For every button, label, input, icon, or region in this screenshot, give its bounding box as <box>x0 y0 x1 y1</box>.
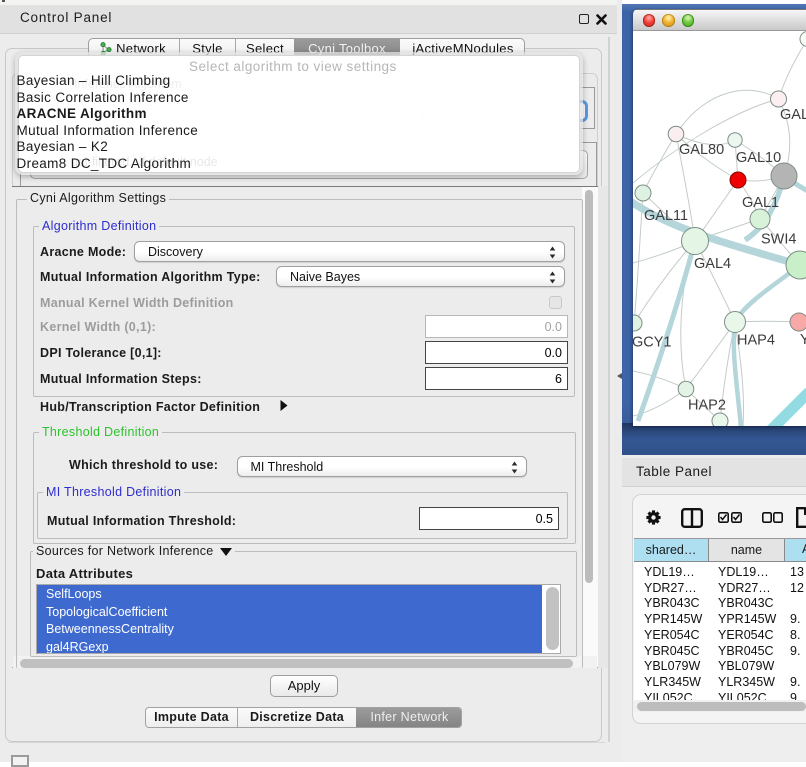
svg-text:GCY1: GCY1 <box>633 335 672 351</box>
svg-text:SWI4: SWI4 <box>761 232 796 248</box>
svg-text:GAL1: GAL1 <box>742 195 779 211</box>
svg-text:GAL80: GAL80 <box>679 142 724 158</box>
svg-text:HAP2: HAP2 <box>688 398 726 414</box>
svg-text:Y: Y <box>800 332 806 348</box>
svg-text:GAL7: GAL7 <box>780 107 806 123</box>
svg-text:GAL4: GAL4 <box>694 256 731 272</box>
svg-text:GAL10: GAL10 <box>736 150 781 166</box>
svg-text:HAP4: HAP4 <box>737 333 775 349</box>
svg-text:GAL11: GAL11 <box>644 208 688 224</box>
